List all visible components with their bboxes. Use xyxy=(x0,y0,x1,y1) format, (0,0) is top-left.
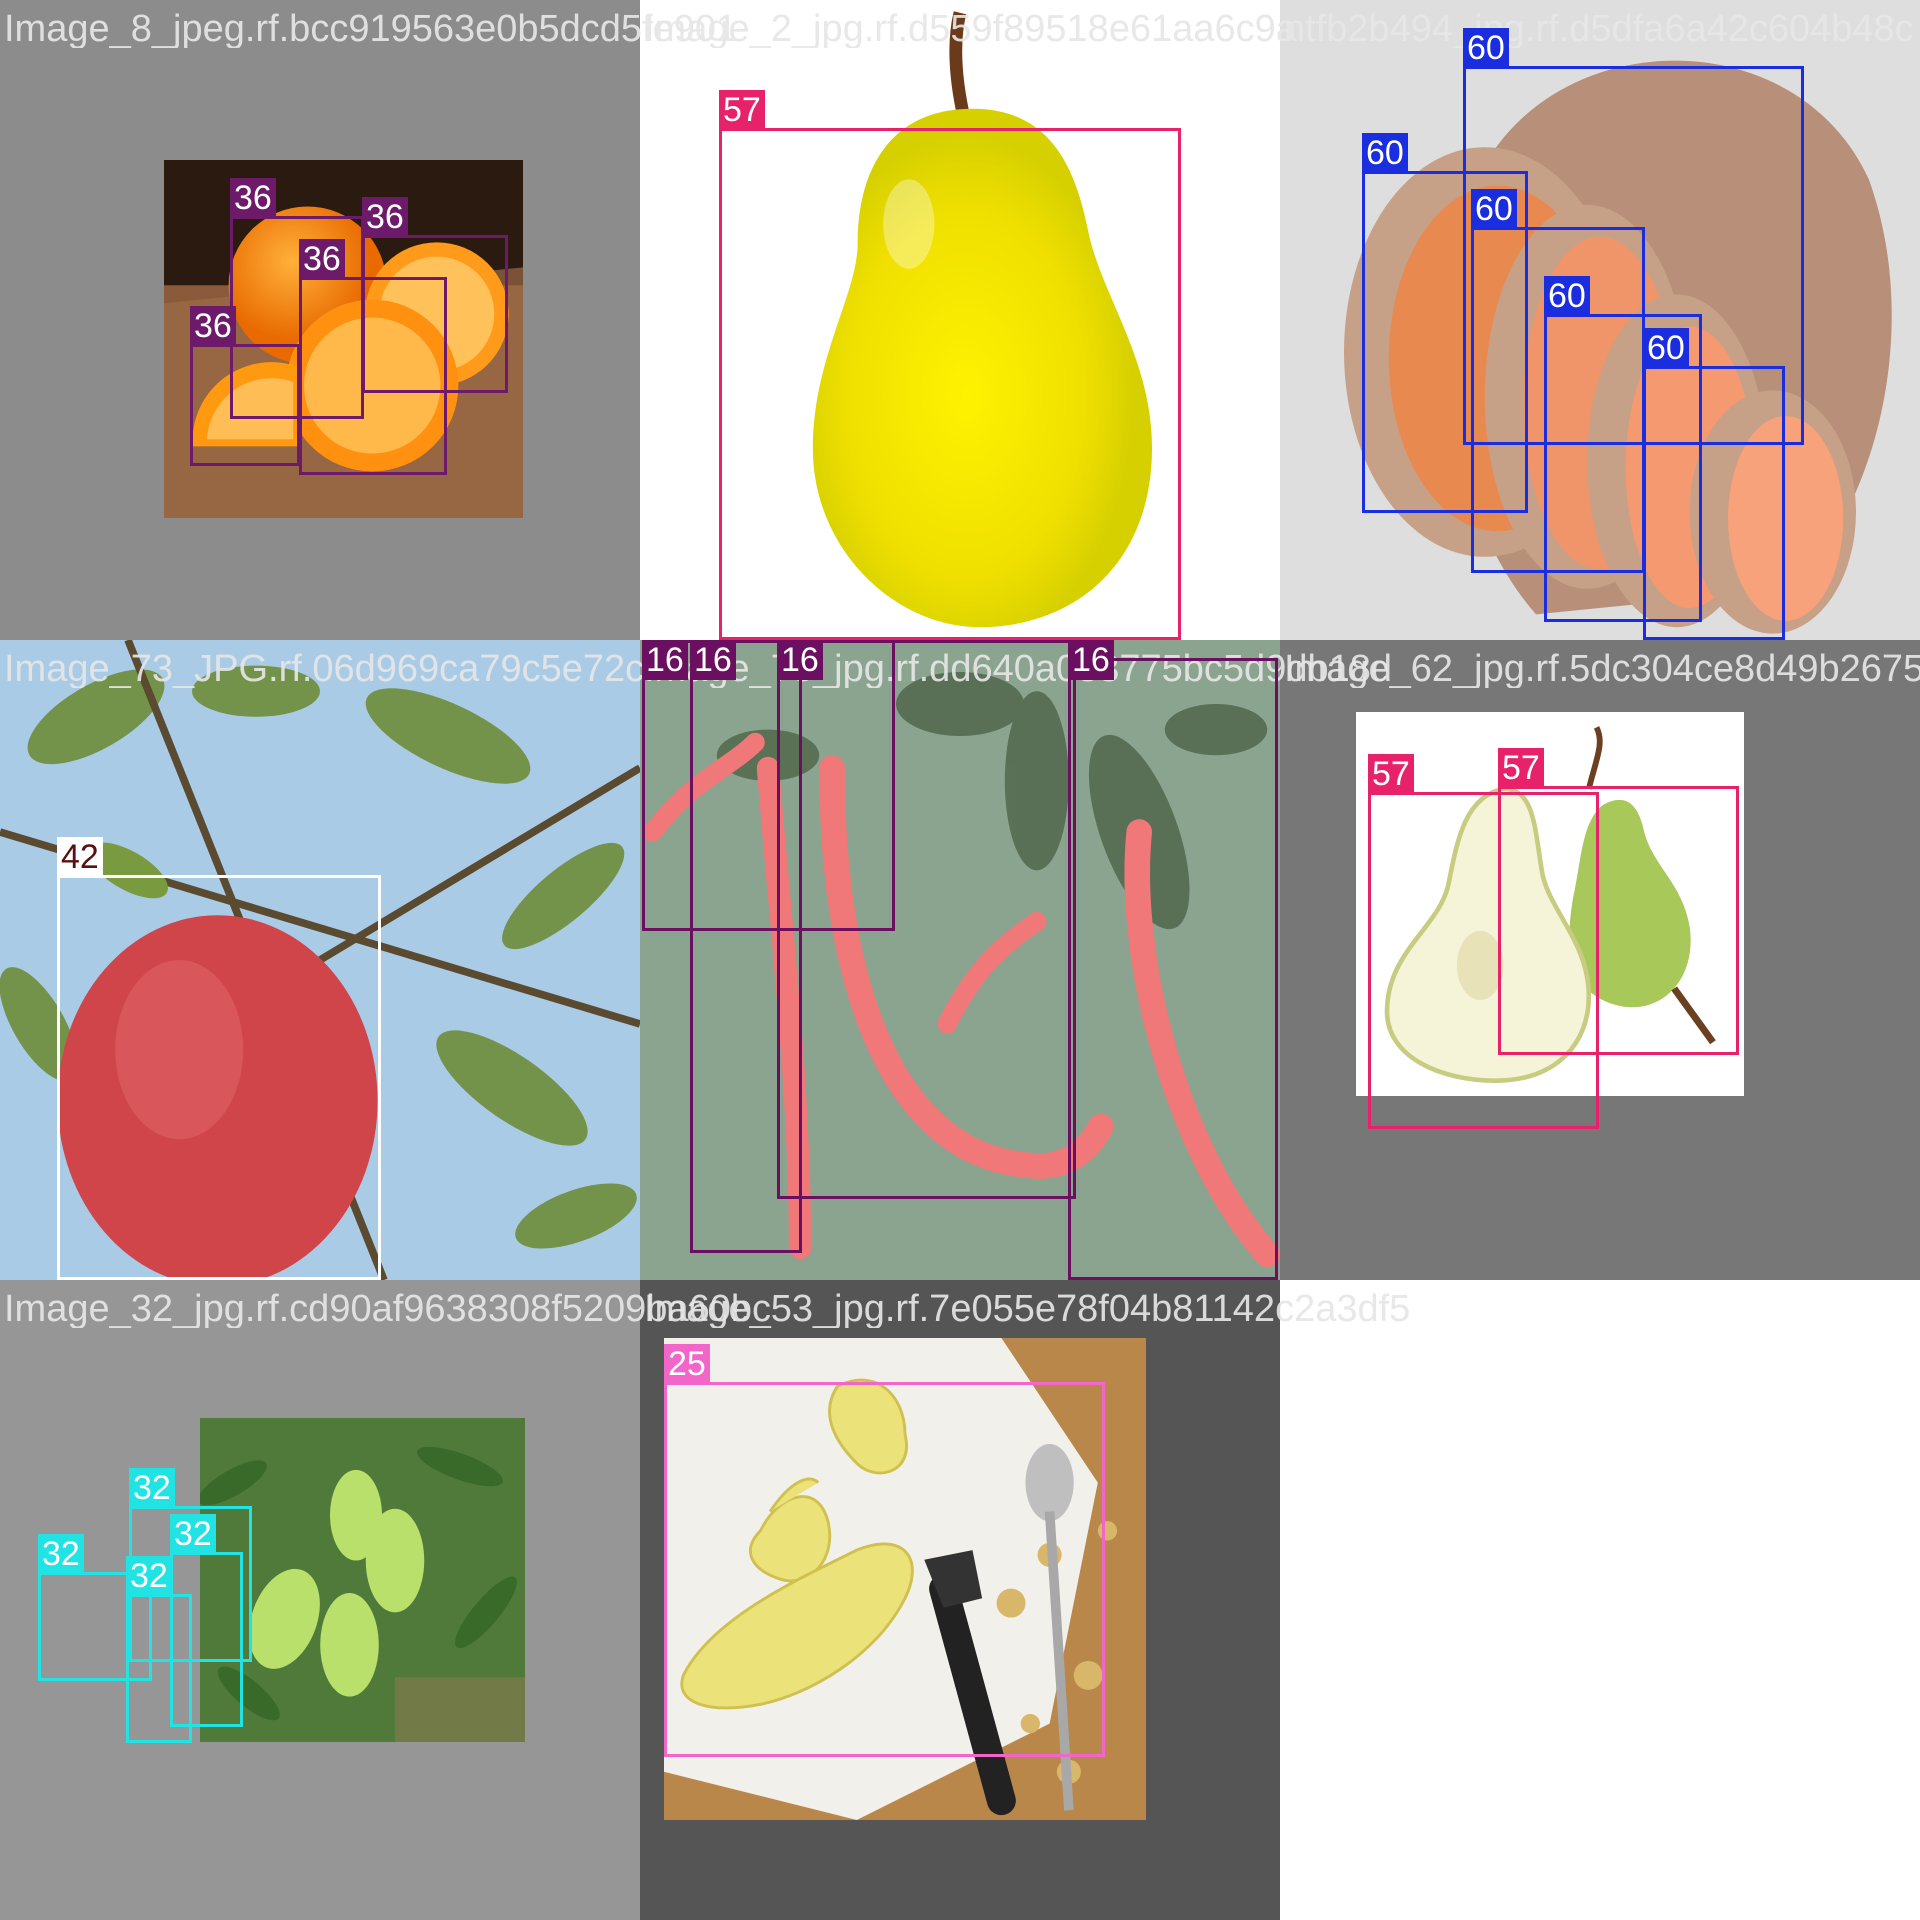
detection-label: 32 xyxy=(129,1468,175,1508)
detection-label: 60 xyxy=(1471,189,1517,229)
detection-box xyxy=(57,875,381,1280)
detection-label: 32 xyxy=(126,1556,172,1596)
detection-label: 60 xyxy=(1643,328,1689,368)
detection-box xyxy=(190,344,300,466)
detection-label: 57 xyxy=(1498,748,1544,788)
tile-filename: Image_53_jpg.rf.7e055e78f04b81142c2a3df5 xyxy=(644,1290,1411,1328)
detection-label: 60 xyxy=(1544,276,1590,316)
mosaic-tile: 57 xyxy=(640,0,1280,640)
detection-label: 36 xyxy=(299,239,345,279)
detection-label: 36 xyxy=(190,306,236,346)
mosaic-grid: 36 36 36 36 57 60 60 60 60 60 42 16 16 1… xyxy=(0,0,1920,1920)
detection-box xyxy=(1643,366,1785,640)
detection-box xyxy=(664,1382,1105,1757)
detection-label: 32 xyxy=(38,1534,84,1574)
detection-label: 16 xyxy=(1068,640,1114,680)
detection-label: 57 xyxy=(719,90,765,130)
mosaic-tile: 36 36 36 36 xyxy=(0,0,640,640)
detection-label: 42 xyxy=(57,837,103,877)
detection-label: 16 xyxy=(777,640,823,680)
tile-filename: Image_62_jpg.rf.5dc304ce8d49b2675 xyxy=(1284,650,1920,688)
detection-label: 60 xyxy=(1463,28,1509,68)
tile-filename: Image_73_JPG.rf.06d969ca79c5e72c xyxy=(4,650,645,688)
detection-label: 60 xyxy=(1362,133,1408,173)
detection-box xyxy=(777,640,1076,1199)
detection-label: 25 xyxy=(664,1344,710,1384)
detection-box xyxy=(299,277,447,475)
detection-box xyxy=(719,128,1181,640)
mosaic-tile: 60 60 60 60 60 xyxy=(1280,0,1920,640)
detection-label: 57 xyxy=(1368,754,1414,794)
detection-label: 36 xyxy=(362,197,408,237)
detection-box xyxy=(1068,658,1278,1280)
mosaic-tile: 16 16 16 16 xyxy=(640,640,1280,1280)
detection-box xyxy=(1498,786,1739,1055)
detection-label: 16 xyxy=(690,640,736,680)
mosaic-tile: 25 xyxy=(640,1280,1280,1920)
tile-filename: Image_8_jpeg.rf.bcc919563e0b5dcd5fe901 xyxy=(4,10,738,48)
mosaic-tile: 32 32 32 32 xyxy=(0,1280,640,1920)
tile-filename: Image_2_jpg.rf.d559f89518e61aa6c9a xyxy=(644,10,1297,48)
detection-box xyxy=(170,1552,243,1727)
tile-filename: ntfb2b494_jpg.rf.d5dfa6a42c604b48c xyxy=(1284,10,1914,48)
mosaic-tile: 42 xyxy=(0,640,640,1280)
detection-label: 36 xyxy=(230,178,276,218)
mosaic-tile: 57 57 xyxy=(1280,640,1920,1280)
detection-label: 16 xyxy=(642,640,688,680)
detection-label: 32 xyxy=(170,1514,216,1554)
